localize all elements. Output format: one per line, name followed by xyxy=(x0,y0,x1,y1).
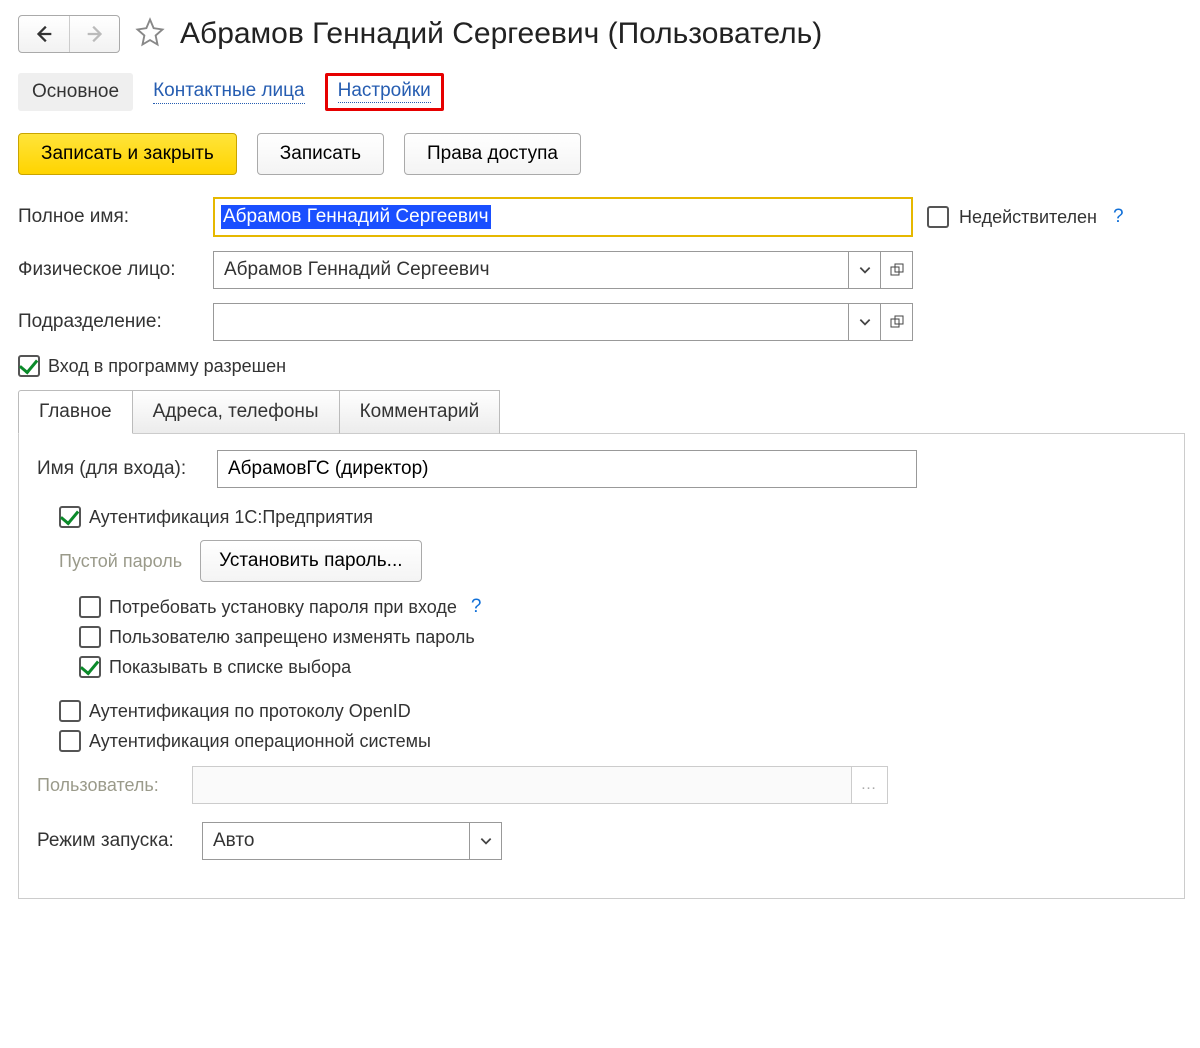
no-change-password-label: Пользователю запрещено изменять пароль xyxy=(109,627,475,648)
subtab-comment[interactable]: Комментарий xyxy=(340,390,501,434)
full-name-label: Полное имя: xyxy=(18,206,213,228)
chevron-down-icon xyxy=(858,315,872,329)
auth-os-label: Аутентификация операционной системы xyxy=(89,731,431,752)
page-title: Абрамов Геннадий Сергеевич (Пользователь… xyxy=(180,17,822,51)
auth-openid-checkbox[interactable] xyxy=(59,700,81,722)
chevron-down-icon xyxy=(858,263,872,277)
save-button[interactable]: Записать xyxy=(257,133,384,175)
start-mode-value: Авто xyxy=(203,823,469,859)
set-password-button[interactable]: Установить пароль... xyxy=(200,540,421,582)
person-label: Физическое лицо: xyxy=(18,259,213,281)
full-name-input[interactable]: Абрамов Геннадий Сергеевич xyxy=(213,197,913,237)
person-input[interactable]: Абрамов Геннадий Сергеевич xyxy=(213,251,913,289)
arrow-left-icon xyxy=(33,23,55,45)
main-tab-settings[interactable]: Настройки xyxy=(338,80,431,103)
start-mode-label: Режим запуска: xyxy=(37,830,202,852)
invalid-checkbox[interactable] xyxy=(927,206,949,228)
department-label: Подразделение: xyxy=(18,311,213,333)
department-open-button[interactable] xyxy=(880,304,912,340)
subtab-panel: Имя (для входа): Аутентификация 1С:Предп… xyxy=(18,434,1185,899)
auth-1c-checkbox[interactable] xyxy=(59,506,81,528)
require-password-label: Потребовать установку пароля при входе xyxy=(109,597,457,618)
login-name-input[interactable] xyxy=(217,450,917,488)
os-user-browse-button[interactable]: … xyxy=(852,766,888,804)
nav-back-button[interactable] xyxy=(19,16,69,52)
favorite-star-icon[interactable] xyxy=(135,17,165,52)
main-tab-settings-highlight: Настройки xyxy=(325,73,444,111)
main-tab-main[interactable]: Основное xyxy=(18,73,133,111)
login-allowed-label: Вход в программу разрешен xyxy=(48,356,286,377)
show-in-list-checkbox[interactable] xyxy=(79,656,101,678)
open-icon xyxy=(890,263,904,277)
chevron-down-icon xyxy=(479,834,493,848)
auth-openid-label: Аутентификация по протоколу OpenID xyxy=(89,701,411,722)
subtab-main[interactable]: Главное xyxy=(18,390,133,434)
invalid-help-icon[interactable]: ? xyxy=(1113,206,1124,228)
department-input[interactable] xyxy=(213,303,913,341)
login-allowed-checkbox[interactable] xyxy=(18,355,40,377)
nav-buttons xyxy=(18,15,120,53)
department-value xyxy=(214,304,848,340)
no-change-password-checkbox[interactable] xyxy=(79,626,101,648)
os-user-input[interactable] xyxy=(192,766,852,804)
person-open-button[interactable] xyxy=(880,252,912,288)
require-password-help-icon[interactable]: ? xyxy=(471,596,482,618)
access-rights-button[interactable]: Права доступа xyxy=(404,133,581,175)
invalid-label: Недействителен xyxy=(959,207,1097,228)
login-name-label: Имя (для входа): xyxy=(37,458,217,480)
auth-os-checkbox[interactable] xyxy=(59,730,81,752)
person-value: Абрамов Геннадий Сергеевич xyxy=(214,252,848,288)
require-password-checkbox[interactable] xyxy=(79,596,101,618)
os-user-label: Пользователь: xyxy=(37,775,192,796)
arrow-right-icon xyxy=(84,23,106,45)
department-dropdown-button[interactable] xyxy=(848,304,880,340)
ellipsis-icon: … xyxy=(852,776,887,794)
start-mode-select[interactable]: Авто xyxy=(202,822,502,860)
full-name-value: Абрамов Геннадий Сергеевич xyxy=(221,205,491,229)
save-close-button[interactable]: Записать и закрыть xyxy=(18,133,237,175)
start-mode-dropdown-button[interactable] xyxy=(469,823,501,859)
open-icon xyxy=(890,315,904,329)
subtabs: Главное Адреса, телефоны Комментарий xyxy=(18,389,1185,434)
empty-password-label: Пустой пароль xyxy=(59,551,182,572)
main-tab-contacts[interactable]: Контактные лица xyxy=(153,80,305,104)
show-in-list-label: Показывать в списке выбора xyxy=(109,657,351,678)
person-dropdown-button[interactable] xyxy=(848,252,880,288)
nav-forward-button[interactable] xyxy=(69,16,119,52)
auth-1c-label: Аутентификация 1С:Предприятия xyxy=(89,507,373,528)
subtab-addresses[interactable]: Адреса, телефоны xyxy=(133,390,340,434)
